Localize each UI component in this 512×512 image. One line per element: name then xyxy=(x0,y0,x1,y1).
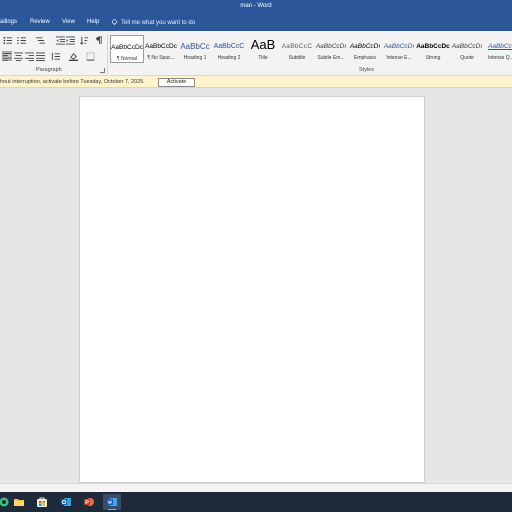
document-page[interactable] xyxy=(79,96,425,483)
style-quote[interactable]: AaBbCcDı Quote xyxy=(450,35,484,63)
status-bar xyxy=(0,483,512,492)
paragraph-group-label: Paragraph xyxy=(36,67,62,73)
style-preview: AaBbCcDı xyxy=(451,43,483,50)
style-preview: AaBbCcDc xyxy=(416,43,450,50)
activate-button[interactable]: Activate xyxy=(158,77,195,87)
microsoft-store-icon[interactable] xyxy=(33,494,51,510)
style-name: Intense E... xyxy=(386,55,412,61)
style-heading-1[interactable]: AaBbCc Heading 1 xyxy=(178,35,212,63)
style-subtle-emphasis[interactable]: AaBbCcDı Subtle Em... xyxy=(314,35,348,63)
line-spacing-icon[interactable] xyxy=(50,51,60,61)
shading-icon[interactable] xyxy=(68,51,78,61)
style-no-spacing[interactable]: AaBbCcDc ¶ No Spac... xyxy=(144,35,178,63)
group-divider xyxy=(107,34,108,74)
increase-indent-icon[interactable] xyxy=(65,35,75,45)
align-right-icon[interactable] xyxy=(24,51,34,61)
tab-review[interactable]: Review xyxy=(30,19,50,25)
style-name: Subtle Em... xyxy=(317,55,345,61)
align-center-icon[interactable] xyxy=(13,51,23,61)
style-normal[interactable]: AaBbCcDc ¶ Normal xyxy=(110,35,144,63)
style-strong[interactable]: AaBbCcDc Strong xyxy=(416,35,450,63)
ribbon-tabs: ailings Review View Help Tell me what yo… xyxy=(0,14,512,31)
lightbulb-icon xyxy=(112,19,117,25)
taskbar xyxy=(0,492,512,512)
style-intense-quote[interactable]: AaBbCcDı Intense Q... xyxy=(484,35,512,63)
style-name: Emphasis xyxy=(354,55,376,61)
style-subtitle[interactable]: AaBbCcC Subtitle xyxy=(280,35,314,63)
multilevel-list-icon[interactable] xyxy=(35,35,45,45)
style-preview: AaBbCcDı xyxy=(349,43,381,50)
style-preview: AaBbCcC xyxy=(281,43,313,50)
style-name: Quote xyxy=(460,55,474,61)
style-preview: AaBbCcDc xyxy=(111,44,143,51)
pilcrow-icon[interactable] xyxy=(93,35,103,45)
style-intense-emphasis[interactable]: AaBbCcDı Intense E... xyxy=(382,35,416,63)
decrease-indent-icon[interactable] xyxy=(55,35,65,45)
window-title: man - Word xyxy=(240,3,272,9)
tab-view[interactable]: View xyxy=(62,19,75,25)
word-icon[interactable] xyxy=(103,494,121,510)
tab-help[interactable]: Help xyxy=(87,19,99,25)
numbering-icon[interactable] xyxy=(16,35,26,45)
style-name: ¶ No Spac... xyxy=(147,55,175,61)
styles-group-label: Styles xyxy=(359,67,374,73)
title-bar: man - Word xyxy=(0,0,512,14)
style-name: ¶ Normal xyxy=(116,56,138,62)
style-preview: AaBbCc xyxy=(180,42,210,51)
style-emphasis[interactable]: AaBbCcDı Emphasis xyxy=(348,35,382,63)
tell-me-search[interactable]: Tell me what you want to do xyxy=(111,19,195,26)
style-preview: AaBbCcDı xyxy=(383,43,415,50)
style-preview: AaBbCcDı xyxy=(315,43,347,50)
justify-icon[interactable] xyxy=(35,51,45,61)
borders-icon[interactable] xyxy=(85,51,95,61)
style-name: Subtitle xyxy=(288,55,306,61)
ribbon: Paragraph AaBbCcDc ¶ Normal AaBbCcDc ¶ N… xyxy=(0,31,512,76)
activation-message-bar: hout interruption, activate before Tuesd… xyxy=(0,76,512,88)
style-name: Heading 1 xyxy=(183,55,207,61)
style-preview: AaB xyxy=(250,38,276,52)
powerpoint-icon[interactable] xyxy=(80,494,98,510)
activation-message: hout interruption, activate before Tuesd… xyxy=(0,79,145,85)
align-left-icon[interactable] xyxy=(2,51,12,61)
style-name: Heading 2 xyxy=(217,55,241,61)
style-heading-2[interactable]: AaBbCcC Heading 2 xyxy=(212,35,246,63)
style-preview: AaBbCcDc xyxy=(145,43,177,50)
file-explorer-icon[interactable] xyxy=(10,494,28,510)
tab-mailings[interactable]: ailings xyxy=(0,19,17,25)
paragraph-dialog-launcher-icon[interactable] xyxy=(100,68,105,73)
outlook-icon[interactable] xyxy=(57,494,75,510)
style-title[interactable]: AaB Title xyxy=(246,35,280,63)
sort-icon[interactable] xyxy=(79,35,89,45)
tell-me-placeholder: Tell me what you want to do xyxy=(121,19,196,26)
style-name: Strong xyxy=(425,55,441,61)
style-name: Title xyxy=(258,55,268,61)
style-name: Intense Q... xyxy=(488,55,512,61)
bullets-icon[interactable] xyxy=(2,35,12,45)
style-preview: AaBbCcC xyxy=(213,43,245,50)
style-preview: AaBbCcDı xyxy=(488,43,512,50)
